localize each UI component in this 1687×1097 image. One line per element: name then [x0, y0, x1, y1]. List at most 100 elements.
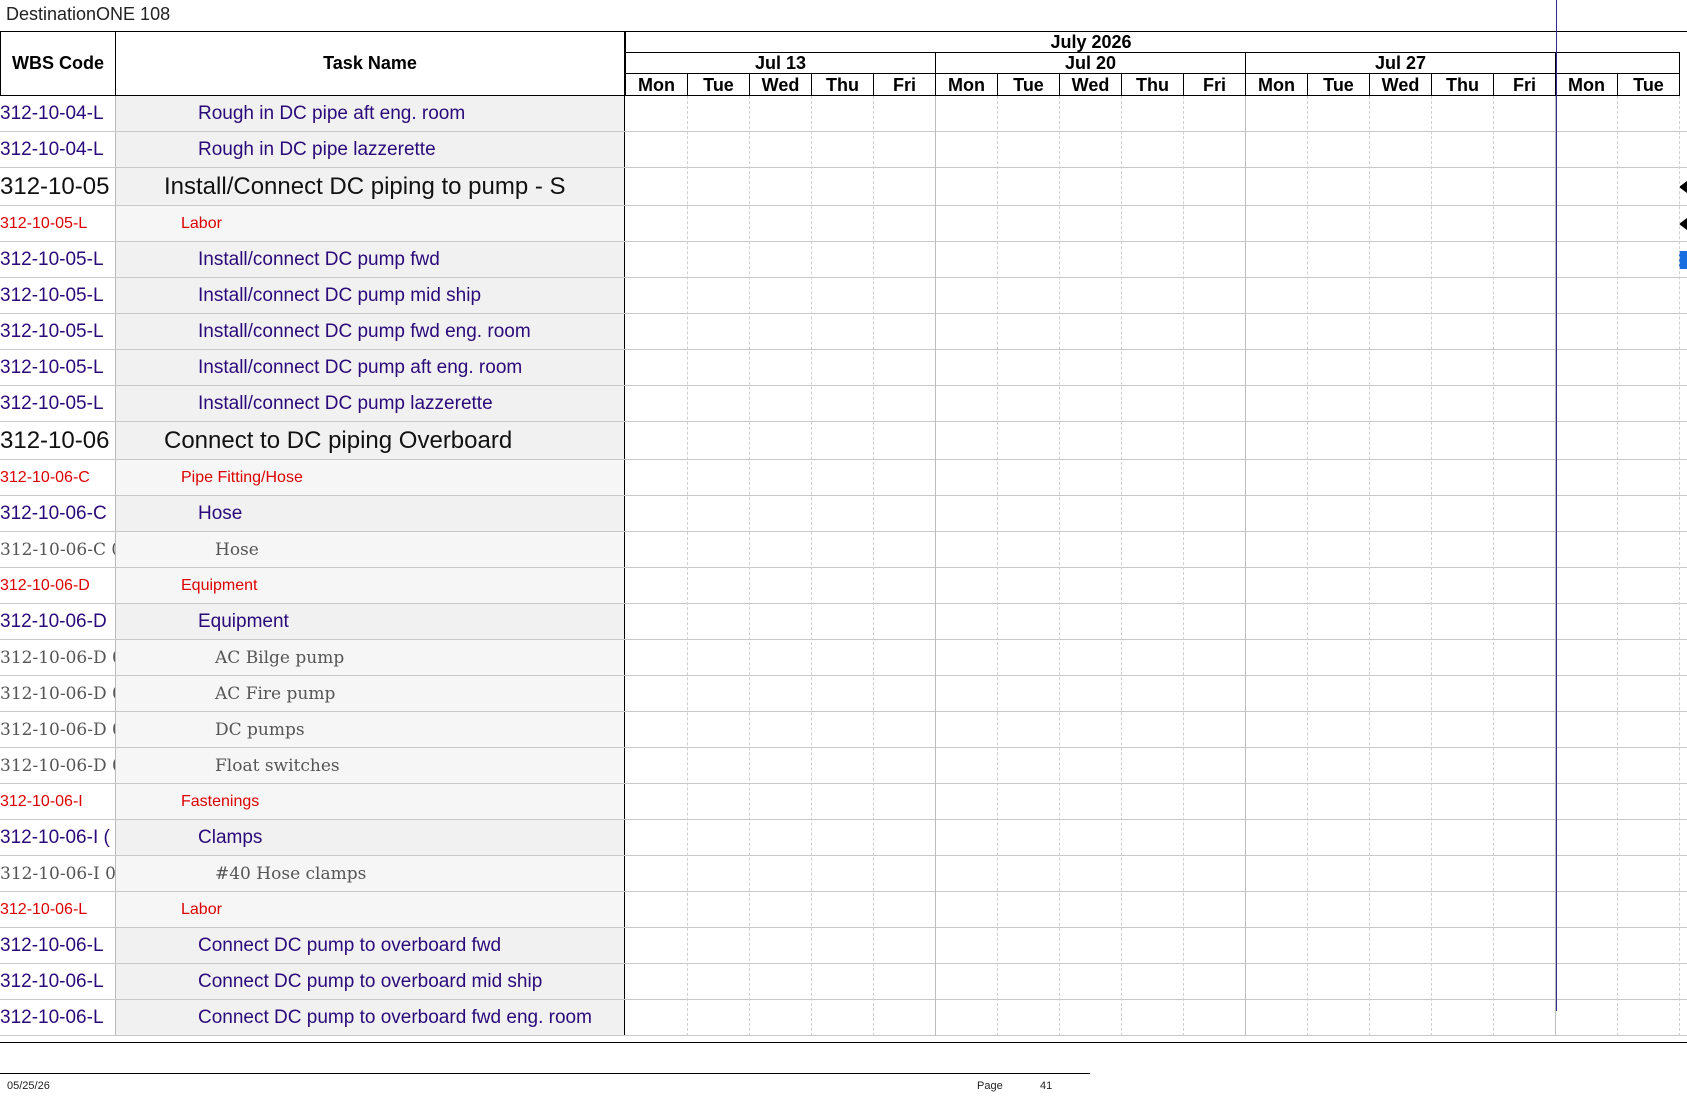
day-header: Mon — [936, 74, 998, 96]
task-name-cell: Install/connect DC pump mid ship — [116, 278, 625, 313]
wbs-code-cell: 312-10-06-D 0 — [0, 640, 116, 675]
day-header: Mon — [1556, 74, 1618, 96]
day-header: Thu — [1122, 74, 1184, 96]
task-row[interactable]: 312-10-06-I 01 #40 Hose clamps — [0, 856, 1687, 892]
task-row[interactable]: 312-10-06-D 0 DC pumps — [0, 712, 1687, 748]
task-row[interactable]: 312-10-06-L Labor — [0, 892, 1687, 928]
task-row[interactable]: 312-10-06-D 0 Float switches — [0, 748, 1687, 784]
task-name-cell: Install/connect DC pump fwd — [116, 242, 625, 277]
task-name-cell: Fastenings — [116, 784, 625, 819]
task-row[interactable]: 312-10-06-D 0 AC Fire pump — [0, 676, 1687, 712]
task-row[interactable]: 312-10-06-I Fastenings — [0, 784, 1687, 820]
wbs-code-cell: 312-10-06-C 0 — [0, 532, 116, 567]
day-header: Thu — [812, 74, 874, 96]
week-header: Jul 13 — [626, 53, 936, 74]
task-row[interactable]: 312-10-06-L Connect DC pump to overboard … — [0, 1000, 1687, 1036]
task-name-cell: Connect to DC piping Overboard — [116, 422, 625, 459]
task-row[interactable]: 312-10-06-D Equipment — [0, 568, 1687, 604]
current-date-line — [1556, 0, 1557, 1011]
day-header: Tue — [688, 74, 750, 96]
month-header-partial — [1556, 32, 1680, 53]
summary-bar-end-marker — [1679, 218, 1687, 230]
footer-page-label: Page — [977, 1080, 1003, 1092]
task-name-cell: Connect DC pump to overboard mid ship — [116, 964, 625, 999]
wbs-code-cell: 312-10-06-D — [0, 604, 116, 639]
task-row[interactable]: 312-10-05-L Install/connect DC pump lazze… — [0, 386, 1687, 422]
task-name-cell: AC Bilge pump — [116, 640, 625, 675]
task-column-header[interactable]: Task Name — [116, 32, 625, 96]
task-row[interactable]: 312-10-05-L Install/connect DC pump fwd e… — [0, 314, 1687, 350]
task-row[interactable]: 312-10-05-L Install/connect DC pump mid s… — [0, 278, 1687, 314]
wbs-code-cell: 312-10-06-I ( — [0, 820, 116, 855]
week-header-partial — [1556, 53, 1680, 74]
task-name-cell: Float switches — [116, 748, 625, 783]
day-header: Thu — [1432, 74, 1494, 96]
task-row[interactable]: 312-10-05-L Labor — [0, 206, 1687, 242]
task-name-cell: Install/connect DC pump fwd eng. room — [116, 314, 625, 349]
wbs-code-cell: 312-10-06-L — [0, 892, 116, 927]
task-row[interactable]: 312-10-06-D Equipment — [0, 604, 1687, 640]
day-header: Wed — [1060, 74, 1122, 96]
day-header: Mon — [626, 74, 688, 96]
task-bar[interactable] — [1679, 251, 1687, 269]
week-header: Jul 20 — [936, 53, 1246, 74]
wbs-code-cell: 312-10-06-C — [0, 496, 116, 531]
wbs-column-header[interactable]: WBS Code — [0, 32, 116, 96]
wbs-code-cell: 312-10-06-D — [0, 568, 116, 603]
wbs-code-cell: 312-10-05 — [0, 168, 116, 205]
day-header: Fri — [1494, 74, 1556, 96]
task-row[interactable]: 312-10-06 Connect to DC piping Overboard — [0, 422, 1687, 460]
wbs-code-cell: 312-10-06 — [0, 422, 116, 459]
wbs-code-cell: 312-10-06-D 0 — [0, 712, 116, 747]
wbs-code-cell: 312-10-06-L — [0, 928, 116, 963]
task-row[interactable]: 312-10-05-L Install/connect DC pump aft e… — [0, 350, 1687, 386]
wbs-code-cell: 312-10-06-C — [0, 460, 116, 495]
wbs-code-cell: 312-10-04-L — [0, 132, 116, 167]
task-name-cell: Clamps — [116, 820, 625, 855]
day-header: Fri — [1184, 74, 1246, 96]
task-name-cell: AC Fire pump — [116, 676, 625, 711]
wbs-code-cell: 312-10-05-L — [0, 278, 116, 313]
wbs-code-cell: 312-10-06-D 0 — [0, 748, 116, 783]
day-header: Wed — [1370, 74, 1432, 96]
task-name-cell: Rough in DC pipe lazzerette — [116, 132, 625, 167]
task-name-cell: Equipment — [116, 604, 625, 639]
wbs-code-cell: 312-10-04-L — [0, 96, 116, 131]
task-row[interactable]: 312-10-06-I (Clamps — [0, 820, 1687, 856]
footer-date: 05/25/26 — [7, 1080, 50, 1092]
wbs-code-cell: 312-10-05-L — [0, 314, 116, 349]
gantt-table: WBS Code Task Name July 2026 Jul 13 Jul 2… — [0, 31, 1687, 1043]
task-row[interactable]: 312-10-06-C Hose — [0, 496, 1687, 532]
week-header: Jul 27 — [1246, 53, 1556, 74]
task-name-cell: Hose — [116, 532, 625, 567]
task-name-cell: Labor — [116, 892, 625, 927]
wbs-code-cell: 312-10-06-I 01 — [0, 856, 116, 891]
wbs-code-cell: 312-10-05-L — [0, 386, 116, 421]
task-row[interactable]: 312-10-04-L Rough in DC pipe lazzerette — [0, 132, 1687, 168]
task-row[interactable]: 312-10-06-C 0 Hose — [0, 532, 1687, 568]
document-title: DestinationONE 108 — [6, 4, 171, 24]
task-name-cell: Labor — [116, 206, 625, 241]
wbs-code-cell: 312-10-06-L — [0, 1000, 116, 1035]
task-name-cell: Install/Connect DC piping to pump - S — [116, 168, 625, 205]
task-row[interactable]: 312-10-06-L Connect DC pump to overboard … — [0, 964, 1687, 1000]
day-header: Tue — [1618, 74, 1680, 96]
month-label: July 2026 — [626, 32, 1556, 53]
task-name-cell: Pipe Fitting/Hose — [116, 460, 625, 495]
task-row[interactable]: 312-10-06-L Connect DC pump to overboard … — [0, 928, 1687, 964]
day-header: Wed — [750, 74, 812, 96]
task-name-cell: Equipment — [116, 568, 625, 603]
task-row[interactable]: 312-10-05 Install/Connect DC piping to pu… — [0, 168, 1687, 206]
footer-rule — [0, 1073, 1090, 1074]
task-name-cell: Connect DC pump to overboard fwd eng. ro… — [116, 1000, 625, 1035]
wbs-code-cell: 312-10-06-L — [0, 964, 116, 999]
task-row[interactable]: 312-10-06-C Pipe Fitting/Hose — [0, 460, 1687, 496]
task-row[interactable]: 312-10-06-D 0 AC Bilge pump — [0, 640, 1687, 676]
task-name-cell: #40 Hose clamps — [116, 856, 625, 891]
day-header: Tue — [998, 74, 1060, 96]
task-row[interactable]: 312-10-05-L Install/connect DC pump fwd — [0, 242, 1687, 278]
footer-page-number: 41 — [1040, 1080, 1053, 1092]
wbs-code-cell: 312-10-05-L — [0, 206, 116, 241]
task-row[interactable]: 312-10-04-L Rough in DC pipe aft eng. roo… — [0, 96, 1687, 132]
wbs-code-cell: 312-10-05-L — [0, 242, 116, 277]
